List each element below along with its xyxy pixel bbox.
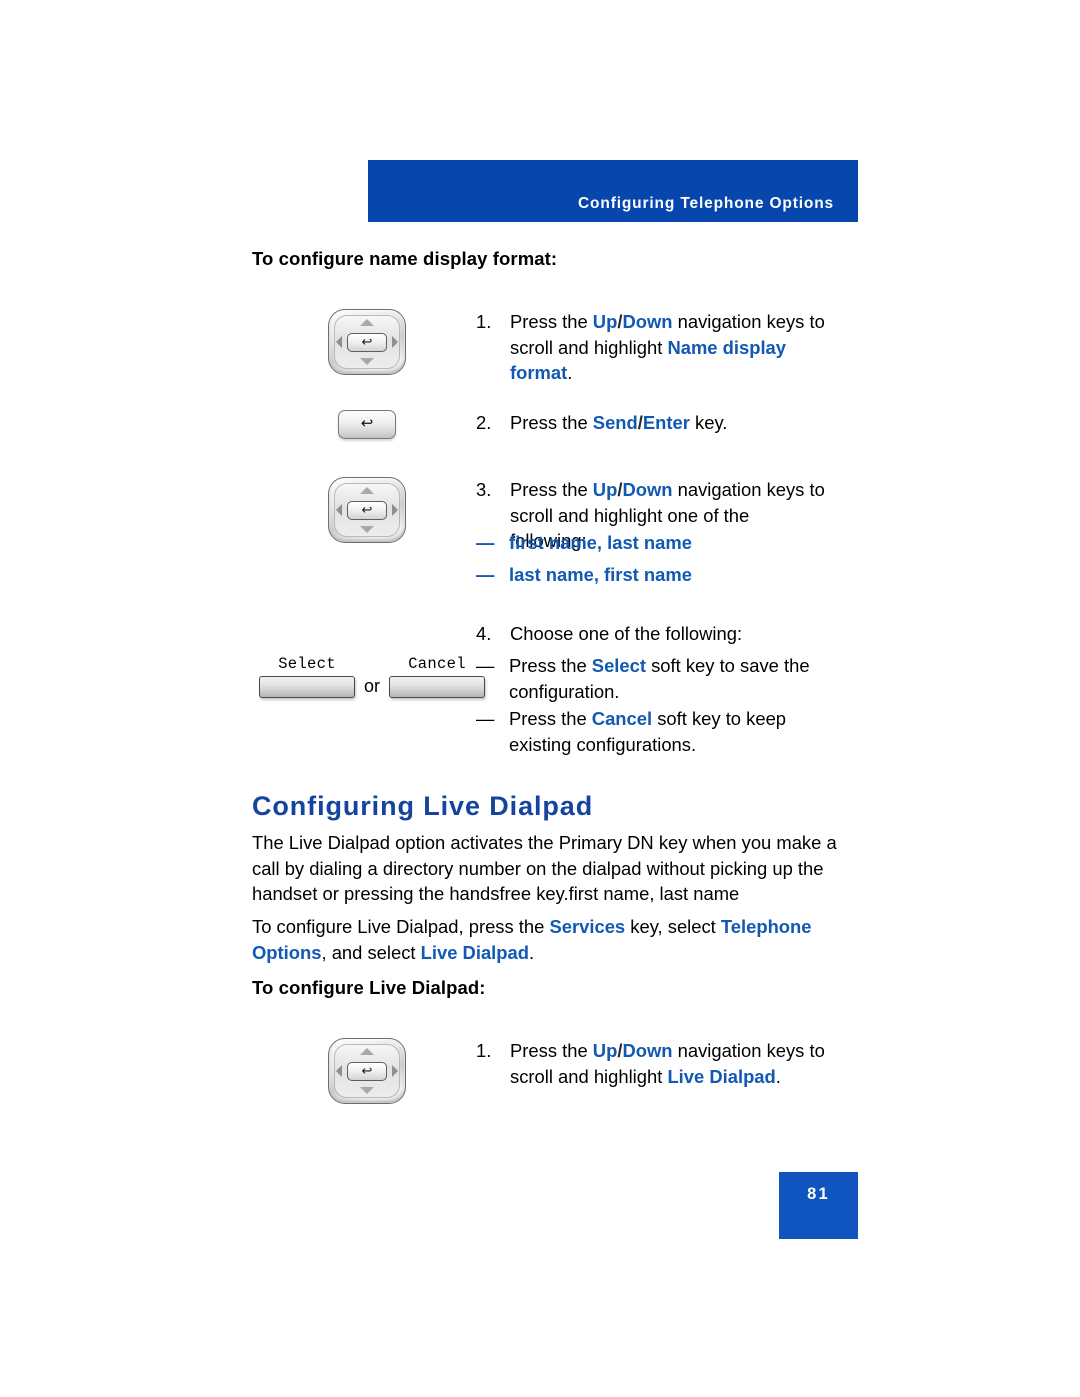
procedure-title-name-display: To configure name display format: <box>252 248 558 269</box>
navigation-keys-icon: ↩ <box>328 1038 406 1104</box>
chapter-header-title: Configuring Telephone Options <box>578 195 834 212</box>
navkey-up-arrow-icon <box>360 1048 374 1055</box>
chapter-header-banner: Configuring Telephone Options <box>368 160 858 222</box>
section-heading-live-dialpad: Configuring Live Dialpad <box>252 791 594 821</box>
name-format-option-label: last name, first name <box>509 564 692 585</box>
procedure-title-live-dialpad: To configure Live Dialpad: <box>252 977 486 998</box>
cancel-softkey: Cancel <box>389 655 486 698</box>
enter-arrow-glyph-icon: ↩ <box>361 334 373 349</box>
select-softkey-label: Select <box>278 655 336 673</box>
cancel-softkey-label: Cancel <box>408 655 466 673</box>
navkey-left-arrow-icon <box>336 504 342 516</box>
step-text: Choose one of the following: <box>510 623 743 644</box>
navkey-left-arrow-icon <box>336 336 342 348</box>
document-page: Configuring Telephone Options To configu… <box>0 0 1080 1397</box>
navkey-center-enter-key: ↩ <box>347 501 387 520</box>
navkey-down-arrow-icon <box>360 526 374 533</box>
step-4-name-display: 4. Choose one of the following: <box>476 621 836 647</box>
dash-marker: — <box>476 564 495 585</box>
navkey-right-arrow-icon <box>392 336 398 348</box>
step-number: 1. <box>476 311 492 332</box>
step-number: 2. <box>476 412 492 433</box>
live-dialpad-paragraph-1: The Live Dialpad option activates the Pr… <box>252 832 837 905</box>
name-format-option-last-first: — last name, first name <box>476 562 826 588</box>
step-number: 1. <box>476 1040 492 1061</box>
page-number: 81 <box>807 1185 830 1203</box>
navkey-up-arrow-icon <box>360 487 374 494</box>
navkey-center-enter-key: ↩ <box>347 1062 387 1081</box>
step-text: Press the Up/Down navigation keys to scr… <box>510 1040 825 1087</box>
select-softkey-button <box>259 676 355 698</box>
enter-arrow-glyph-icon: ↩ <box>360 415 374 432</box>
select-softkey: Select <box>259 655 355 698</box>
dash-marker: — <box>476 708 495 729</box>
choice-bullet-cancel: — Press the Cancel soft key to keep exis… <box>476 706 821 757</box>
step-text: Press the Send/Enter key. <box>510 412 728 433</box>
enter-arrow-glyph-icon: ↩ <box>361 1063 373 1078</box>
dash-marker: — <box>476 532 495 553</box>
live-dialpad-paragraph-2: To configure Live Dialpad, press the Ser… <box>252 916 812 963</box>
step-2-name-display: 2. Press the Send/Enter key. <box>476 410 826 436</box>
step-number: 4. <box>476 623 492 644</box>
step-1-live-dialpad: 1. Press the Up/Down navigation keys to … <box>476 1038 826 1089</box>
softkey-or-label: or <box>364 676 381 696</box>
navkey-right-arrow-icon <box>392 1065 398 1077</box>
choice-bullet-select: — Press the Select soft key to save the … <box>476 653 836 704</box>
navkey-center-enter-key: ↩ <box>347 333 387 352</box>
cancel-softkey-button <box>389 676 486 698</box>
navkey-up-arrow-icon <box>360 319 374 326</box>
step-1-name-display: 1. Press the Up/Down navigation keys to … <box>476 309 826 386</box>
step-text: Press the Up/Down navigation keys to scr… <box>510 311 825 384</box>
softkeys-icon: Select or Cancel <box>259 655 486 698</box>
navkey-left-arrow-icon <box>336 1065 342 1077</box>
page-number-box: 81 <box>779 1172 858 1239</box>
name-format-option-first-last: — first name, last name <box>476 530 826 556</box>
name-format-option-label: first name, last name <box>509 532 692 553</box>
navigation-keys-icon: ↩ <box>328 477 406 543</box>
enter-key-icon: ↩ <box>338 410 396 439</box>
navkey-down-arrow-icon <box>360 1087 374 1094</box>
choice-bullet-text: Press the Select soft key to save the co… <box>509 655 810 702</box>
choice-bullet-text: Press the Cancel soft key to keep existi… <box>509 708 787 755</box>
enter-arrow-glyph-icon: ↩ <box>361 502 373 517</box>
navkey-right-arrow-icon <box>392 504 398 516</box>
navigation-keys-icon: ↩ <box>328 309 406 375</box>
navkey-down-arrow-icon <box>360 358 374 365</box>
